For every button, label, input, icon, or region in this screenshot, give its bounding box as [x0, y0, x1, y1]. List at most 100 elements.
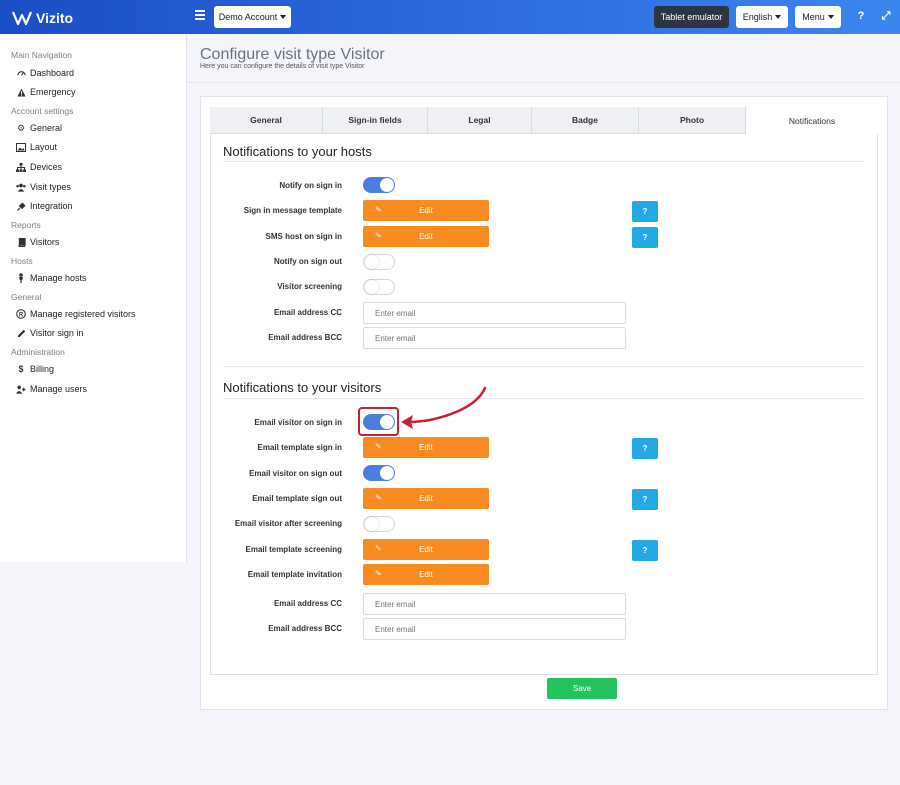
edit-email-template-sign-in-button[interactable]: ✎ Edit	[363, 437, 489, 458]
hosts-email-cc-input[interactable]	[363, 302, 626, 324]
hamburger-menu-icon[interactable]	[195, 10, 205, 22]
notify-on-sign-in-toggle[interactable]	[363, 177, 395, 193]
field-label: Email address CC	[273, 599, 342, 608]
header-divider	[187, 82, 900, 83]
save-button[interactable]: Save	[547, 678, 617, 699]
sidebar-item-emergency[interactable]: Emergency	[16, 85, 76, 99]
sidebar-item-label: Integration	[30, 201, 73, 211]
tab-notifications[interactable]: Notifications	[746, 107, 878, 134]
sidebar-item-manage-hosts[interactable]: Manage hosts	[16, 271, 87, 285]
book-icon	[16, 237, 26, 247]
tab-sign-in-fields[interactable]: Sign-in fields	[323, 107, 428, 134]
section-title-visitors: Notifications to your visitors	[223, 380, 382, 395]
email-visitor-on-sign-out-toggle[interactable]	[363, 465, 395, 481]
edit-email-template-invitation-button[interactable]: ✎ Edit	[363, 564, 489, 585]
svg-text:R: R	[19, 312, 24, 318]
field-label: Email address CC	[273, 308, 342, 317]
button-label: Edit	[419, 494, 433, 503]
edit-icon: ✎	[375, 544, 382, 553]
email-visitor-after-screening-toggle[interactable]	[363, 516, 395, 532]
vizito-logo-icon	[12, 11, 32, 26]
field-label: Sign in message template	[243, 206, 342, 215]
sidebar-item-billing[interactable]: $ Billing	[16, 362, 54, 376]
button-label: Edit	[419, 570, 433, 579]
tab-label: Sign-in fields	[348, 115, 402, 125]
sidebar-item-layout[interactable]: Layout	[16, 140, 57, 154]
tab-label: Legal	[468, 115, 491, 125]
tab-label: Photo	[679, 115, 705, 125]
save-label: Save	[572, 684, 592, 693]
field-label: Notify on sign in	[279, 181, 342, 190]
tab-badge[interactable]: Badge	[532, 107, 639, 134]
expand-icon[interactable]: ⤢	[880, 10, 892, 24]
sidebar-item-manage-registered-visitors[interactable]: R Manage registered visitors	[16, 307, 136, 321]
sidebar-item-general[interactable]: ⚙ General	[16, 121, 62, 135]
account-dropdown[interactable]: Demo Account	[214, 6, 291, 28]
help-label: ?	[642, 444, 648, 453]
visitor-screening-toggle[interactable]	[363, 279, 395, 295]
field-label: Email visitor after screening	[234, 519, 342, 528]
toggle-knob	[365, 517, 379, 531]
hosts-email-bcc-input[interactable]	[363, 327, 626, 349]
pencil-icon	[16, 328, 26, 338]
top-bar: Vizito Demo Account Tablet emulator Engl…	[0, 0, 900, 34]
edit-sms-host-on-sign-in-button[interactable]: ✎ Edit	[363, 226, 489, 247]
help-label: ?	[642, 495, 648, 504]
sidebar-item-label: Visitor sign in	[30, 328, 84, 338]
section-title-hosts: Notifications to your hosts	[223, 144, 372, 159]
field-label: Email address BCC	[268, 624, 342, 633]
sidebar-item-dashboard[interactable]: Dashboard	[16, 66, 74, 80]
help-label: ?	[642, 546, 648, 555]
sidebar-item-visit-types[interactable]: Visit types	[16, 180, 71, 194]
help-label: ?	[642, 207, 648, 216]
toggle-knob	[380, 466, 394, 480]
edit-icon: ✎	[375, 231, 382, 240]
sidebar-item-label: Billing	[30, 364, 55, 374]
sidebar-heading: Administration	[11, 347, 65, 357]
menu-dropdown[interactable]: Menu	[795, 6, 841, 28]
notify-on-sign-out-toggle[interactable]	[363, 254, 395, 270]
field-label: Visitor screening	[277, 282, 342, 291]
language-dropdown[interactable]: English	[736, 6, 788, 28]
tab-label: General	[250, 115, 282, 125]
help-sign-in-message-template-button[interactable]: ?	[632, 201, 658, 222]
toggle-knob	[365, 255, 379, 269]
image-icon	[16, 142, 26, 152]
button-label: Edit	[419, 545, 433, 554]
edit-sign-in-message-template-button[interactable]: ✎ Edit	[363, 200, 489, 221]
field-label: Email visitor on sign out	[249, 469, 342, 478]
sidebar-item-integration[interactable]: Integration	[16, 199, 73, 213]
gear-icon: ⚙	[16, 122, 26, 133]
tab-legal[interactable]: Legal	[428, 107, 532, 134]
help-icon[interactable]: ?	[855, 10, 867, 24]
gauge-icon	[16, 68, 26, 78]
tablet-emulator-button[interactable]: Tablet emulator	[654, 6, 729, 28]
edit-icon: ✎	[375, 205, 382, 214]
help-email-template-sign-in-button[interactable]: ?	[632, 438, 658, 459]
visitors-email-cc-input[interactable]	[363, 593, 626, 615]
sidebar-item-visitors[interactable]: Visitors	[16, 235, 59, 249]
field-label: Email visitor on sign in	[254, 418, 342, 427]
button-label: Edit	[419, 443, 433, 452]
brand-logo[interactable]: Vizito	[12, 9, 73, 27]
sidebar-item-label: Devices	[30, 162, 63, 172]
sidebar-item-devices[interactable]: Devices	[16, 160, 62, 174]
help-email-template-screening-button[interactable]: ?	[632, 540, 658, 561]
tab-photo[interactable]: Photo	[639, 107, 746, 134]
warning-icon	[16, 87, 26, 97]
tab-bar: General Sign-in fields Legal Badge Photo…	[210, 107, 878, 134]
sidebar-item-manage-users[interactable]: Manage users	[16, 382, 87, 396]
sidebar-item-visitor-sign-in[interactable]: Visitor sign in	[16, 326, 83, 340]
sidebar-heading: Account settings	[11, 106, 74, 116]
visitors-email-bcc-input[interactable]	[363, 618, 626, 640]
help-email-template-sign-out-button[interactable]: ?	[632, 489, 658, 510]
sidebar-heading: Hosts	[11, 256, 33, 266]
highlight-box	[358, 407, 399, 436]
help-sms-host-button[interactable]: ?	[632, 227, 658, 248]
edit-icon: ✎	[375, 569, 382, 578]
edit-email-template-sign-out-button[interactable]: ✎ Edit	[363, 488, 489, 509]
edit-email-template-screening-button[interactable]: ✎ Edit	[363, 539, 489, 560]
sidebar-item-label: Layout	[30, 142, 58, 152]
tablet-emulator-label: Tablet emulator	[660, 12, 723, 22]
tab-general[interactable]: General	[210, 107, 323, 134]
